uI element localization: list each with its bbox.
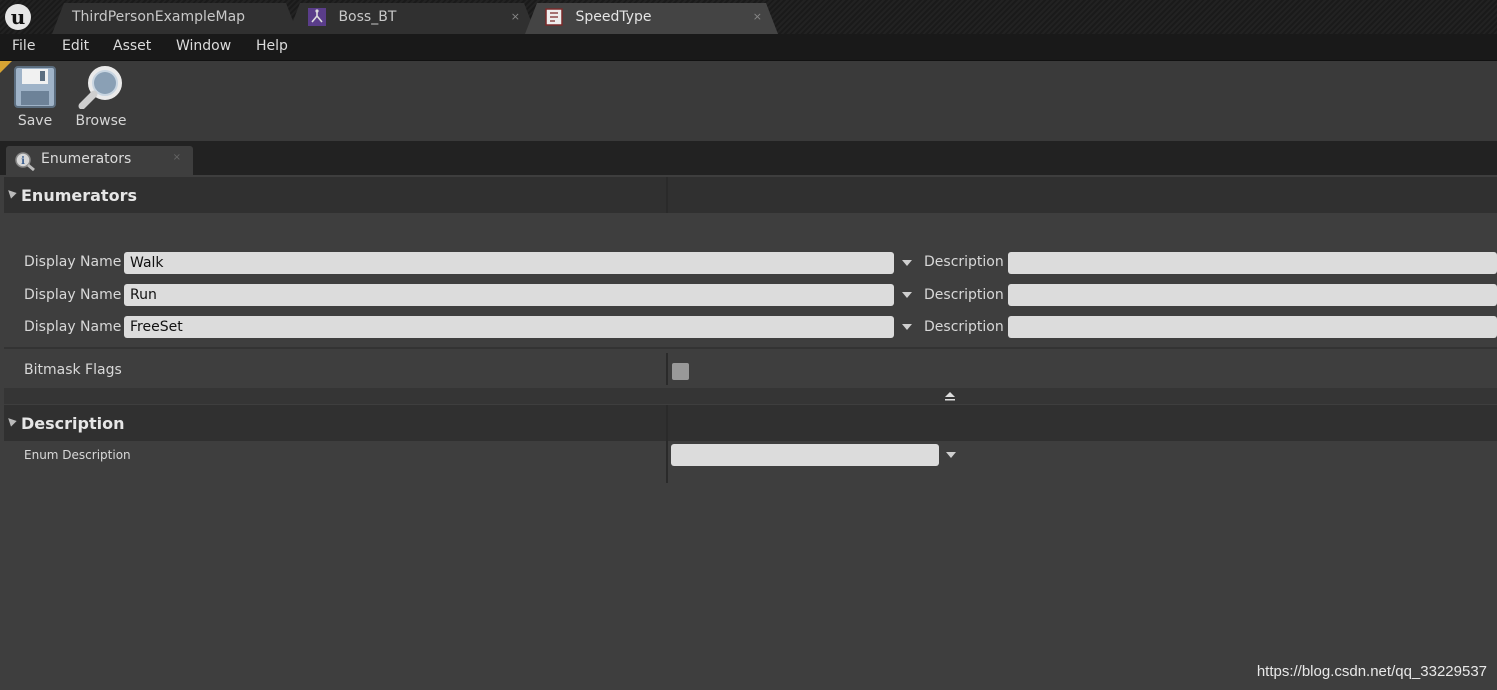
description-field[interactable] [1008, 284, 1497, 306]
column-splitter[interactable] [666, 353, 668, 385]
toolbar: Save Browse [0, 61, 1497, 142]
description-label: Description [924, 287, 1004, 303]
tab-speedtype[interactable]: SpeedType × [525, 3, 778, 34]
save-label: Save [17, 113, 53, 129]
enum-description-label: Enum Description [24, 448, 131, 462]
enum-description-field[interactable] [671, 444, 939, 466]
chevron-down-icon[interactable] [902, 292, 912, 298]
chevron-down-icon[interactable] [902, 324, 912, 330]
menu-asset[interactable]: Asset [113, 38, 151, 54]
description-label: Description [924, 319, 1004, 335]
document-tab-strip: u ThirdPersonExampleMap Boss_BT × SpeedT… [0, 0, 1497, 34]
column-splitter[interactable] [666, 405, 668, 483]
tab-boss-bt[interactable]: Boss_BT × [288, 3, 536, 34]
chevron-down-icon[interactable] [902, 260, 912, 266]
panel-tab-label: Enumerators [41, 151, 132, 167]
info-icon: i [14, 151, 36, 175]
tab-thirdpersonexamplemap[interactable]: ThirdPersonExampleMap [52, 3, 298, 34]
advanced-collapse-bar[interactable] [4, 388, 1497, 404]
display-name-label: Display Name [24, 287, 122, 303]
category-title: Enumerators [21, 186, 137, 205]
magnifier-icon [78, 66, 122, 109]
close-icon[interactable]: × [753, 3, 762, 31]
details-panel: Enumerators Display Name Walk Descriptio… [0, 175, 1497, 690]
tab-label: ThirdPersonExampleMap [72, 9, 246, 25]
save-icon [14, 66, 56, 108]
divider [4, 347, 1497, 349]
menu-file[interactable]: File [12, 38, 35, 54]
bitmask-flags-checkbox[interactable] [672, 363, 689, 380]
unreal-logo-icon[interactable]: u [5, 4, 31, 30]
menu-window[interactable]: Window [176, 38, 231, 54]
display-name-label: Display Name [24, 319, 122, 335]
bitmask-flags-label: Bitmask Flags [24, 362, 122, 378]
menu-help[interactable]: Help [256, 38, 288, 54]
tab-label: Boss_BT [338, 9, 397, 25]
display-name-field[interactable]: Walk [124, 252, 894, 274]
enum-asset-icon [545, 8, 563, 26]
browse-label: Browse [75, 113, 127, 129]
save-button[interactable]: Save [5, 65, 65, 137]
description-field[interactable] [1008, 252, 1497, 274]
description-field[interactable] [1008, 316, 1497, 338]
svg-text:i: i [21, 156, 25, 167]
tab-label: SpeedType [575, 9, 652, 25]
chevron-down-icon[interactable] [946, 452, 956, 458]
category-title: Description [21, 414, 125, 433]
display-name-field[interactable]: Run [124, 284, 894, 306]
menu-bar: File Edit Asset Window Help [0, 34, 1497, 62]
display-name-label: Display Name [24, 254, 122, 270]
description-category-header[interactable]: Description [4, 405, 1497, 441]
description-label: Description [924, 254, 1004, 270]
collapse-arrow-icon[interactable] [5, 187, 17, 199]
enumerators-category-header[interactable]: Enumerators [4, 177, 1497, 213]
close-icon[interactable]: × [173, 152, 181, 163]
collapse-up-icon[interactable] [944, 391, 956, 401]
browse-button[interactable]: Browse [71, 65, 131, 137]
close-icon[interactable]: × [511, 3, 520, 31]
column-splitter[interactable] [666, 177, 668, 213]
behavior-tree-icon [308, 8, 326, 26]
collapse-arrow-icon[interactable] [5, 415, 17, 427]
display-name-field[interactable]: FreeSet [124, 316, 894, 338]
tab-enumerators[interactable]: i Enumerators × [6, 146, 193, 175]
panel-tab-bar: i Enumerators × [0, 141, 1497, 175]
watermark: https://blog.csdn.net/qq_33229537 [1256, 663, 1487, 680]
menu-edit[interactable]: Edit [62, 38, 89, 54]
